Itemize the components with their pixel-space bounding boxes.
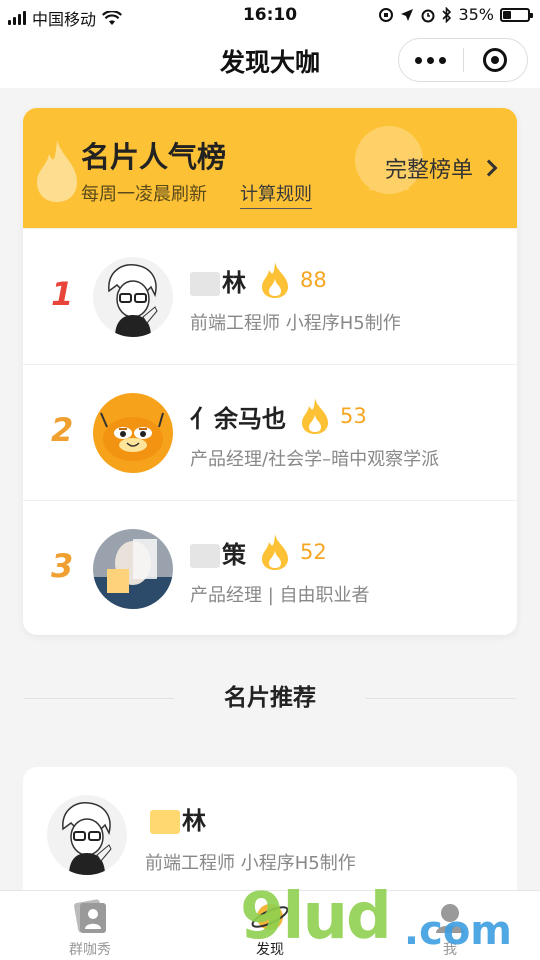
status-right: 35% (378, 5, 533, 24)
chevron-right-icon (480, 159, 498, 177)
member-name: 策 (190, 535, 246, 570)
full-ranking-link[interactable]: 完整榜单 (384, 152, 498, 184)
orientation-lock-icon (379, 7, 394, 22)
bluetooth-icon (442, 6, 452, 23)
close-icon[interactable] (464, 48, 528, 72)
flame-icon (262, 534, 288, 570)
blurred-name-mask (190, 543, 220, 568)
member-name: 亻余马也 (190, 404, 286, 433)
blurred-name-mask (190, 271, 220, 296)
ranking-refresh-note: 每周一凌晨刷新 (81, 184, 207, 205)
avatar (93, 393, 173, 473)
member-name: 林 (190, 263, 246, 298)
flame-icon (302, 398, 328, 434)
alarm-icon (421, 9, 435, 22)
avatar (47, 795, 127, 875)
tab-me[interactable]: 我 (390, 899, 510, 959)
location-icon (401, 8, 414, 21)
heat-value: 52 (300, 540, 327, 564)
member-role: 前端工程师 小程序H5制作 (145, 853, 356, 874)
ranking-row[interactable]: 1 林 88 前端工程师 小程序H5制作 (23, 228, 517, 364)
member-role: 产品经理/社会学–暗中观察学派 (190, 449, 440, 470)
member-role: 前端工程师 小程序H5制作 (190, 313, 401, 334)
recommend-section-title: 名片推荐 (224, 685, 316, 711)
tab-label: 我 (443, 942, 457, 958)
name-line: 林 88 (190, 261, 327, 299)
tab-label: 群咖秀 (69, 942, 111, 958)
flame-decoration-icon (37, 140, 77, 202)
ranking-title: 名片人气榜 (81, 140, 227, 174)
calculation-rule-link[interactable]: 计算规则 (240, 180, 312, 209)
battery-percent: 35% (458, 5, 494, 24)
miniprogram-capsule (398, 38, 528, 82)
avatar (93, 529, 173, 609)
member-name-text: 林 (222, 268, 246, 297)
flame-icon (262, 262, 288, 298)
tab-discover[interactable]: 发现 (210, 899, 330, 959)
member-name-text: 策 (222, 540, 246, 569)
member-name: 林 (150, 801, 206, 836)
full-ranking-label: 完整榜单 (384, 158, 473, 183)
navigation-bar: 发现大咖 (0, 32, 540, 88)
tab-bar: 群咖秀 发现 我 (0, 890, 540, 960)
heat-score: 52 (260, 533, 327, 571)
heat-score: 88 (260, 261, 327, 299)
ranking-row[interactable]: 3 策 52 产品经理 | 自由职业者 (23, 500, 517, 635)
battery-icon (500, 7, 533, 22)
heat-value: 53 (340, 404, 367, 428)
rank-number: 2 (51, 411, 74, 449)
status-bar: 中国移动 16:10 35% (0, 0, 540, 32)
member-name-text: 林 (182, 807, 206, 835)
popularity-ranking-card: 名片人气榜 每周一凌晨刷新 计算规则 完整榜单 1 林 88 前端工程师 小程序… (23, 108, 517, 635)
planet-icon (251, 904, 289, 930)
name-line: 亻余马也 53 (190, 397, 367, 435)
divider (366, 698, 516, 699)
ranking-header: 名片人气榜 每周一凌晨刷新 计算规则 完整榜单 (23, 108, 517, 228)
heat-value: 88 (300, 268, 327, 292)
heat-score: 53 (300, 397, 367, 435)
ranking-row[interactable]: 2 亻余马也 53 产品经理/社会学–暗中观察学派 (23, 364, 517, 500)
blurred-name-mask (150, 810, 180, 834)
rank-number: 1 (51, 275, 74, 313)
cards-icon (74, 899, 106, 933)
name-line: 策 52 (190, 533, 327, 571)
rank-number: 3 (51, 547, 74, 585)
recommended-card[interactable]: 林 前端工程师 小程序H5制作 (23, 767, 517, 907)
member-role: 产品经理 | 自由职业者 (190, 585, 370, 606)
profile-icon (436, 904, 464, 933)
tab-label: 发现 (256, 942, 284, 958)
tab-group-show[interactable]: 群咖秀 (30, 899, 150, 959)
more-icon[interactable] (399, 56, 463, 64)
avatar (93, 257, 173, 337)
